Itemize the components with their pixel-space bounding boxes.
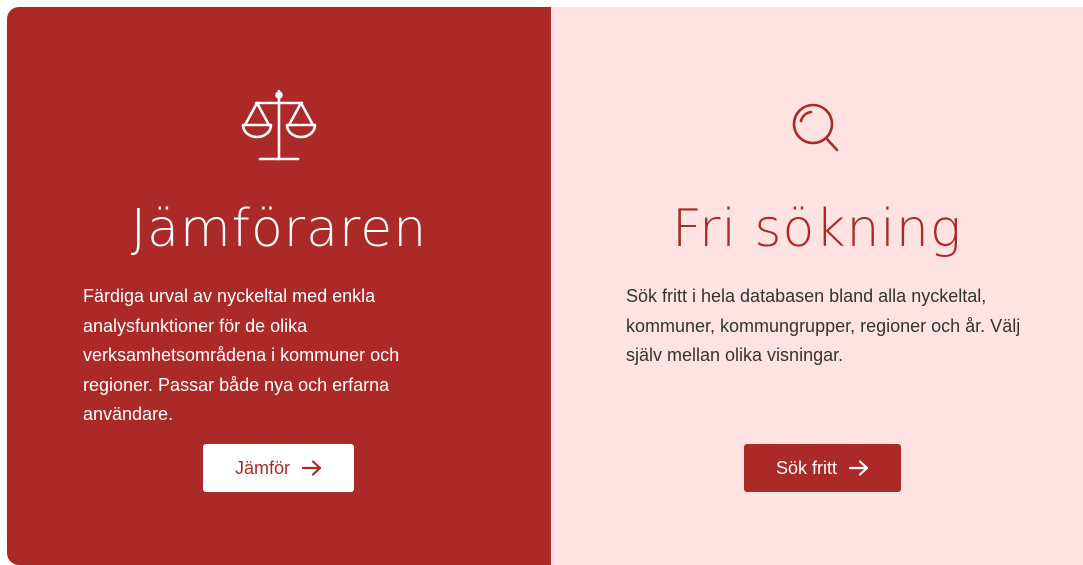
search-icon-wrapper: [551, 87, 1083, 167]
feature-cards: Jämföraren Färdiga urval av nyckeltal me…: [7, 7, 1083, 565]
compare-card-description: Färdiga urval av nyckeltal med enkla ana…: [83, 286, 400, 424]
scales-icon: [241, 89, 317, 161]
search-button-label: Sök fritt: [775, 457, 837, 478]
compare-button-label: Jämför: [234, 457, 290, 478]
search-button[interactable]: Sök fritt: [744, 444, 901, 492]
scales-icon-wrapper: [7, 87, 551, 167]
compare-card-title: Jämföraren: [130, 199, 428, 259]
search-card-title: Fri sökning: [671, 199, 963, 259]
search-card: Fri sökning Sök fritt i hela databasen b…: [551, 7, 1083, 565]
compare-button[interactable]: Jämför: [203, 444, 354, 492]
search-card-description: Sök fritt i hela databasen bland alla ny…: [626, 286, 1021, 365]
search-icon: [792, 103, 839, 152]
compare-card: Jämföraren Färdiga urval av nyckeltal me…: [7, 7, 551, 565]
arrow-right-icon: [849, 460, 869, 476]
arrow-right-icon: [302, 460, 322, 476]
